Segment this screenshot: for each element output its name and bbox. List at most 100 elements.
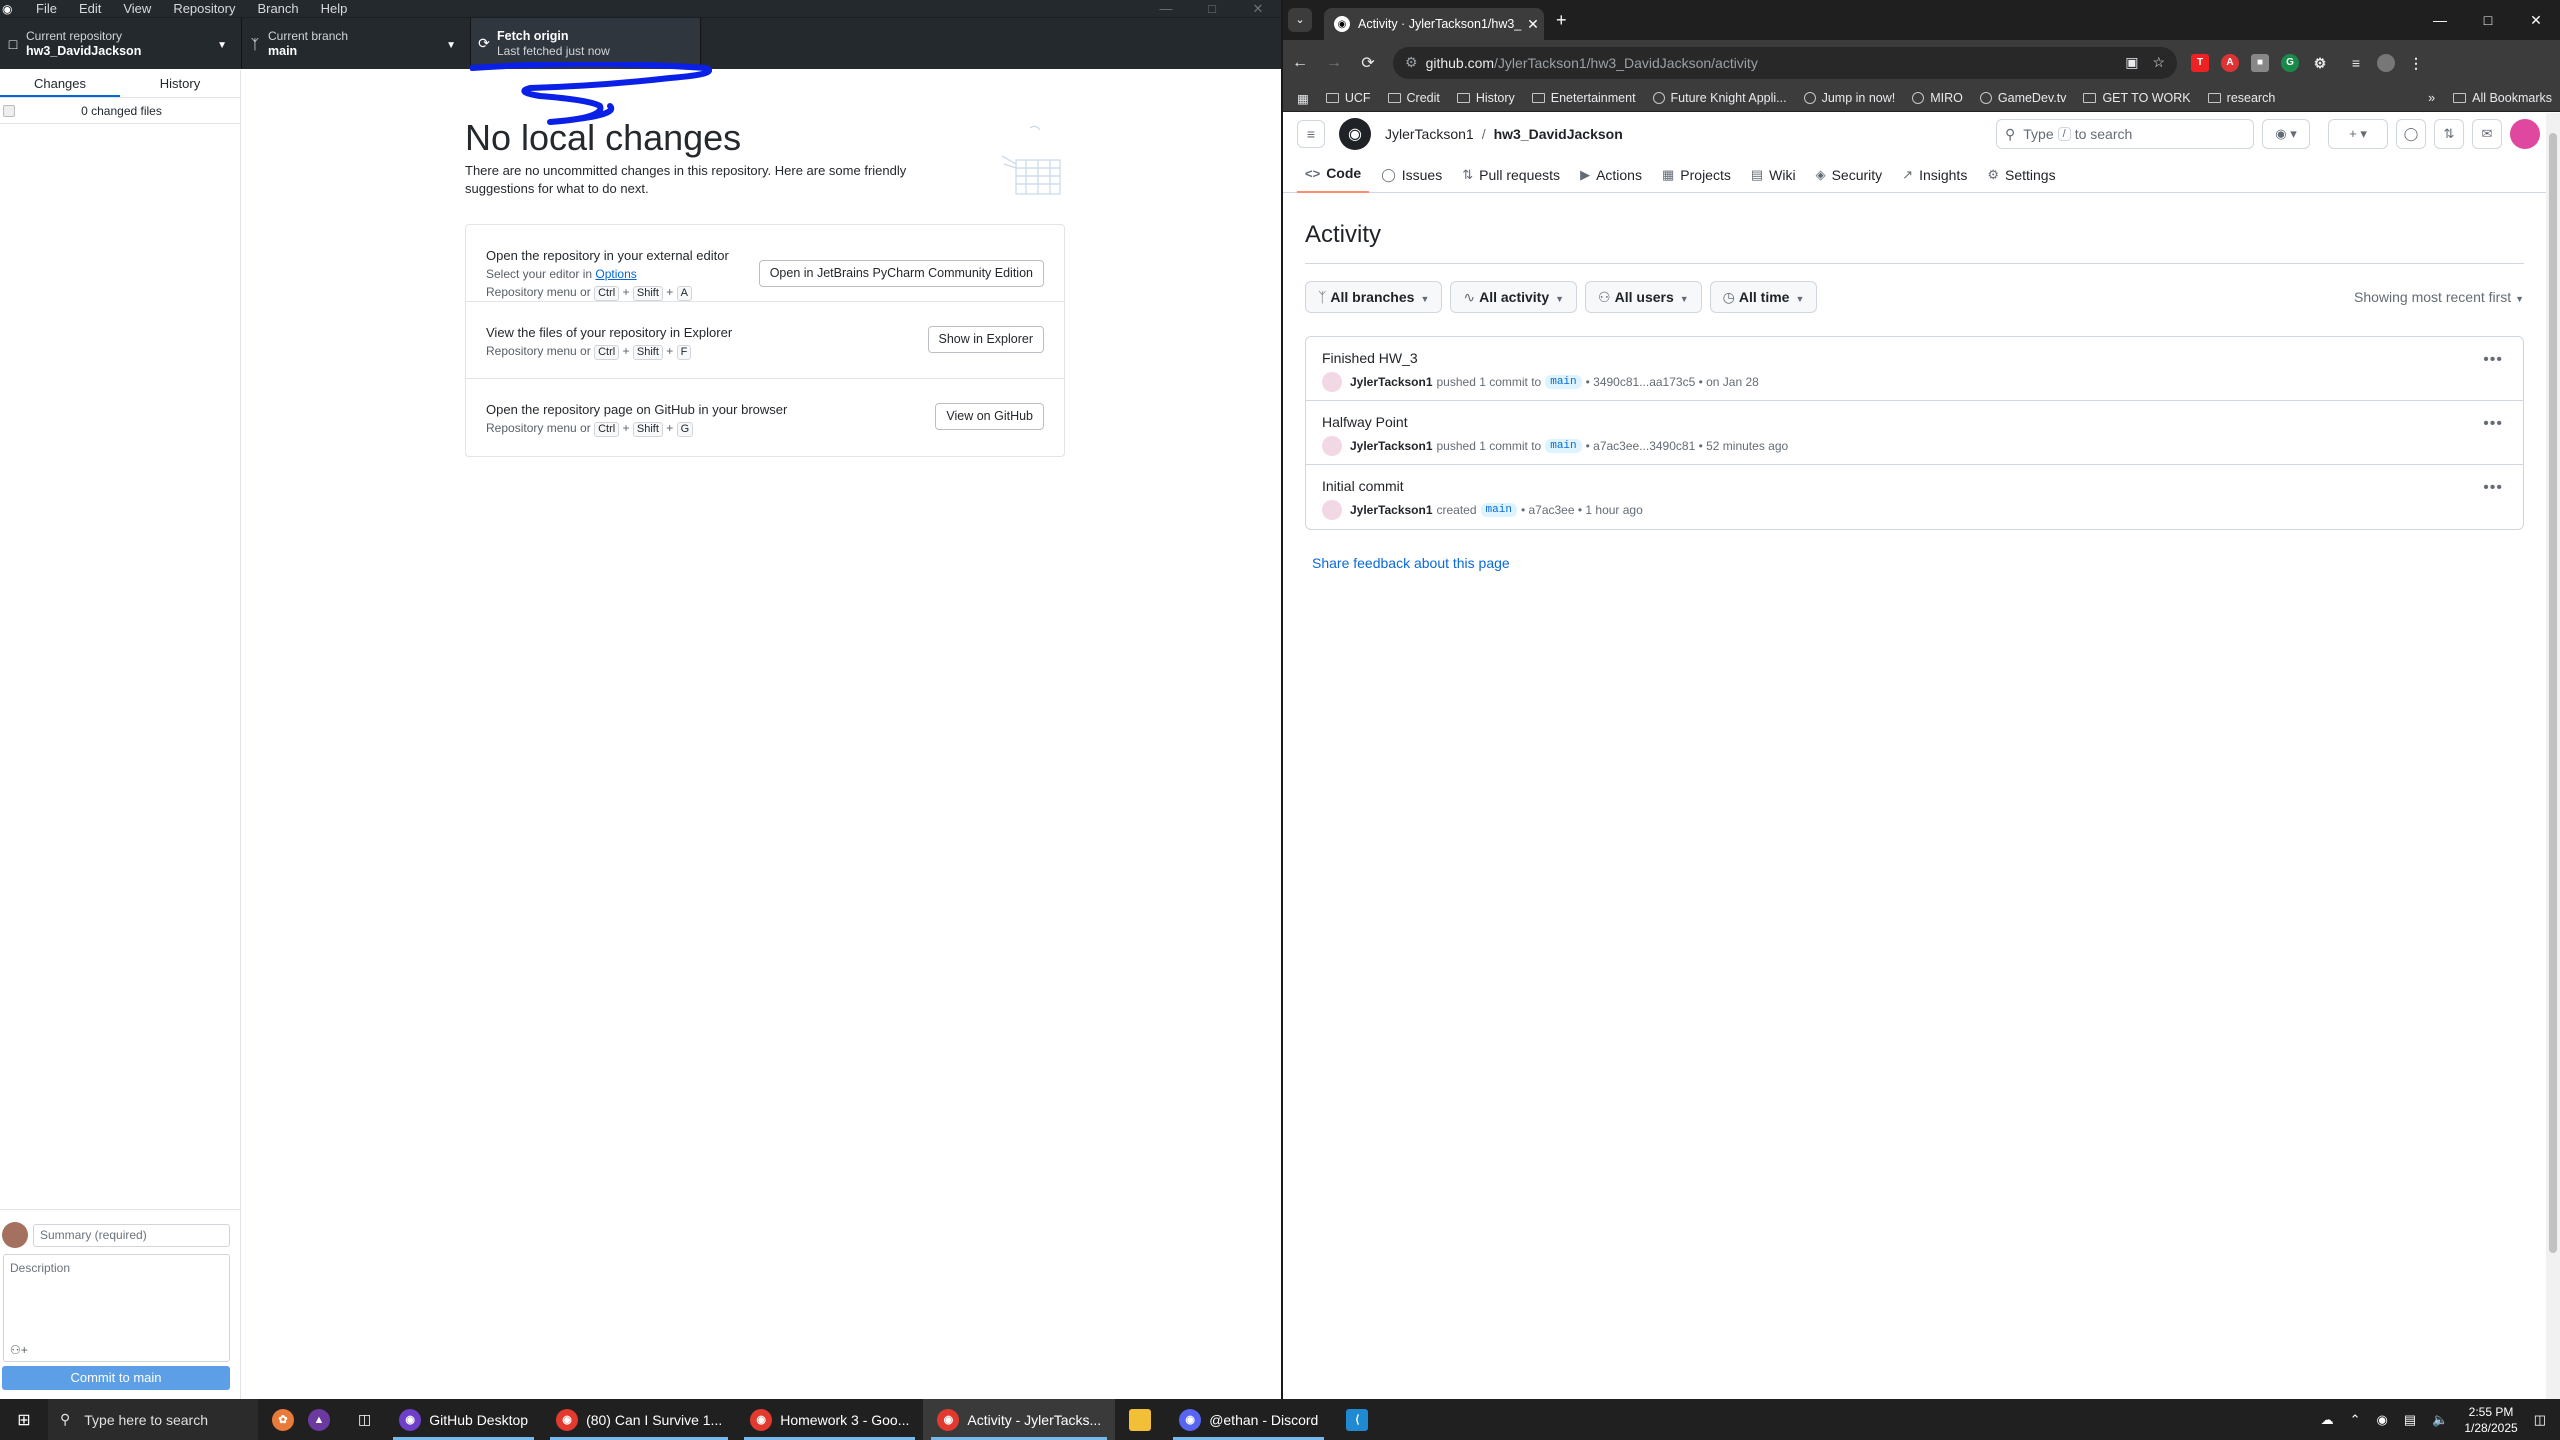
file-explorer-icon[interactable] [1115,1399,1165,1440]
vscode-icon[interactable]: ⟨ [1332,1399,1382,1440]
page-scrollbar[interactable] [2546,113,2560,1399]
share-feedback-link[interactable]: Share feedback about this page [1312,555,2524,571]
activity-title[interactable]: Initial commit [1322,477,2523,495]
reading-list-icon[interactable]: ≡ [2347,54,2365,72]
tab-actions[interactable]: ▶ Actions [1572,167,1650,193]
tab-code[interactable]: <> Code [1297,165,1370,193]
activity-detail[interactable]: • a7ac3ee...3490c81 • 52 minutes ago [1586,439,1789,453]
activity-title[interactable]: Finished HW_3 [1322,349,2523,367]
tab-changes[interactable]: Changes [0,70,120,97]
close-button[interactable]: ✕ [1235,1,1281,17]
owner-link[interactable]: JylerTackson1 [1385,126,1474,142]
extensions-puzzle-icon[interactable]: ⚙ [2311,54,2329,72]
github-logo-icon[interactable]: ◉ [1339,118,1371,150]
activity-user[interactable]: JylerTackson1 [1350,503,1433,517]
tab-search-icon[interactable]: ⌄ [1288,8,1312,32]
grammarly-icon[interactable]: G [2281,53,2299,72]
bookmark-star-icon[interactable]: ☆ [2152,54,2165,71]
minimize-button[interactable]: — [1143,1,1189,17]
create-new-icon[interactable]: + ▾ [2328,119,2388,149]
branch-label[interactable]: main [1545,375,1582,389]
bookmark-gamedev[interactable]: GameDev.tv [1979,91,2066,105]
close-tab-icon[interactable]: ✕ [1522,16,1544,33]
taskbar-app-github-desktop[interactable]: ◉ GitHub Desktop [385,1399,542,1440]
profile-avatar[interactable] [2377,53,2395,72]
branch-label[interactable]: main [1480,503,1517,517]
view-on-github-button[interactable]: View on GitHub [935,403,1044,430]
chevron-up-icon[interactable]: ⌃ [2350,1412,2361,1428]
taskbar-app-chrome-activity[interactable]: ◉ Activity - JylerTacks... [923,1399,1116,1440]
extension-icon[interactable]: ■ [2251,53,2269,72]
back-icon[interactable]: ← [1283,54,1317,72]
menu-edit[interactable]: Edit [79,1,101,16]
activity-title[interactable]: Halfway Point [1322,413,2523,431]
site-info-icon[interactable]: ⚙ [1405,54,1418,71]
network-icon[interactable]: ▤ [2404,1412,2416,1428]
close-button[interactable]: ✕ [2512,0,2560,40]
issues-icon[interactable]: ◯ [2396,119,2426,149]
tab-history[interactable]: History [120,70,240,97]
current-branch-button[interactable]: ᛉ Current branch main ▼ [242,18,471,69]
bookmark-ucf[interactable]: UCF [1325,91,1371,105]
apps-grid-icon[interactable]: ▦ [1297,91,1309,106]
activity-user[interactable]: JylerTackson1 [1350,375,1433,389]
adblock-icon[interactable]: A [2221,53,2239,72]
minimize-button[interactable]: — [2416,0,2464,40]
task-view-icon[interactable]: ◫ [344,1399,385,1440]
filter-branches[interactable]: ᛉ All branches ▼ [1305,281,1443,313]
bookmark-jump-in[interactable]: Jump in now! [1803,91,1895,105]
taskbar-search[interactable]: ⚲ Type here to search [48,1399,258,1440]
pinned-app-icon[interactable]: ✿ [258,1399,308,1440]
bookmark-research[interactable]: research [2207,91,2275,105]
copilot-icon[interactable]: ◉ ▾ [2262,119,2310,149]
tab-pull-requests[interactable]: ⇅ Pull requests [1454,167,1568,193]
browser-tab-active[interactable]: ◉ Activity · JylerTackson1/hw3_Da ✕ [1324,8,1544,40]
install-app-icon[interactable]: ▣ [2125,54,2138,71]
volume-icon[interactable]: 🔈 [2432,1412,2448,1428]
more-options-icon[interactable]: ••• [2483,351,2503,369]
browser-menu-icon[interactable]: ⋮ [2407,54,2425,72]
bookmarks-overflow-icon[interactable]: » [2428,91,2435,105]
tab-wiki[interactable]: ▤ Wiki [1743,167,1804,193]
tray-app-icon[interactable]: ◉ [2376,1412,2387,1428]
filter-time[interactable]: ◷ All time ▼ [1709,281,1818,313]
scrollbar-thumb[interactable] [2549,133,2557,1253]
hamburger-menu-icon[interactable]: ≡ [1297,120,1325,148]
reload-icon[interactable]: ⟳ [1351,53,1385,73]
forward-icon[interactable]: → [1317,54,1351,72]
commit-button[interactable]: Commit to main [2,1366,230,1390]
all-bookmarks[interactable]: All Bookmarks [2453,91,2552,105]
activity-user[interactable]: JylerTackson1 [1350,439,1433,453]
maximize-button[interactable]: □ [1189,1,1235,17]
tab-projects[interactable]: ▦ Projects [1654,167,1739,193]
description-field[interactable]: Description ⚇+ [3,1254,230,1362]
pinned-app-icon[interactable]: ▲ [308,1399,344,1440]
branch-label[interactable]: main [1545,439,1582,453]
bookmark-credit[interactable]: Credit [1387,91,1440,105]
menu-file[interactable]: File [36,1,57,16]
more-options-icon[interactable]: ••• [2483,415,2503,433]
activity-detail[interactable]: • 3490c81...aa173c5 • on Jan 28 [1586,375,1759,389]
bookmark-get-to-work[interactable]: GET TO WORK [2083,91,2191,105]
tab-settings[interactable]: ⚙ Settings [1979,167,2063,193]
tab-security[interactable]: ◈ Security [1808,167,1891,193]
more-options-icon[interactable]: ••• [2483,479,2503,497]
search-input[interactable]: ⚲ Type / to search [1996,119,2254,149]
bookmark-future-knight[interactable]: Future Knight Appli... [1652,91,1787,105]
bookmark-miro[interactable]: MIRO [1912,91,1963,105]
maximize-button[interactable]: □ [2464,0,2512,40]
bookmark-history[interactable]: History [1456,91,1515,105]
activity-detail[interactable]: • a7ac3ee • 1 hour ago [1521,503,1643,517]
filter-users[interactable]: ⚇ All users ▼ [1585,281,1702,313]
windows-start-icon[interactable]: ⊞ [0,1410,48,1430]
notifications-icon[interactable]: ◫ [2534,1412,2546,1428]
address-bar[interactable]: ⚙ github.com/JylerTackson1/hw3_DavidJack… [1393,46,2177,79]
extension-icon[interactable]: T [2191,53,2209,72]
tab-issues[interactable]: ◯ Issues [1373,167,1450,193]
filter-activity[interactable]: ∿ All activity ▼ [1450,281,1578,313]
add-coauthor-icon[interactable]: ⚇+ [10,1343,28,1357]
select-all-checkbox[interactable] [3,104,15,117]
taskbar-app-chrome-homework[interactable]: ◉ Homework 3 - Goo... [736,1399,923,1440]
summary-input[interactable]: Summary (required) [33,1223,230,1247]
taskbar-app-chrome-youtube[interactable]: ◉ (80) Can I Survive 1... [542,1399,736,1440]
